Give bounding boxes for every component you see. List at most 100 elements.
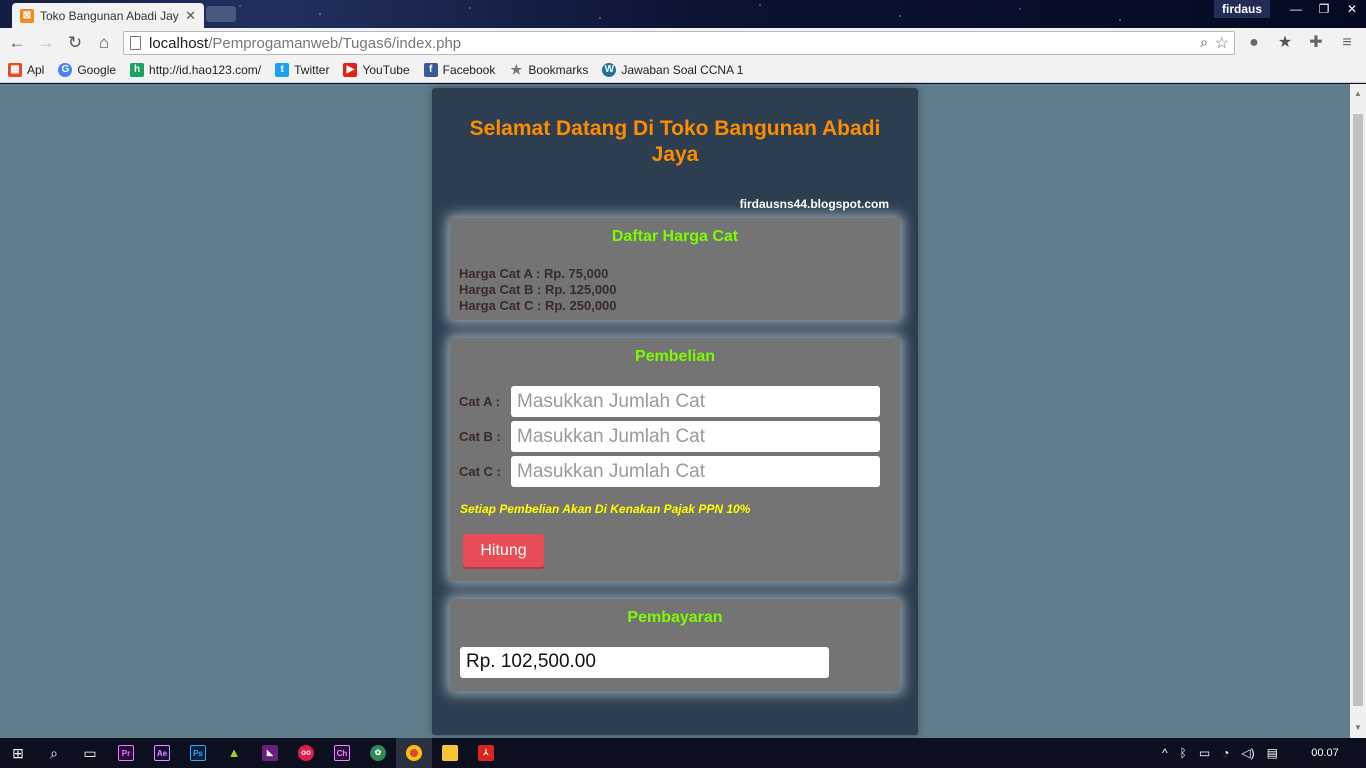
- search-icon: ⌕: [50, 744, 58, 761]
- taskbar-photoshop[interactable]: Ps: [180, 738, 216, 768]
- window-titlebar: ⊠ Toko Bangunan Abadi Jay ✕ firdaus — ❐ …: [0, 0, 1366, 28]
- close-tab-icon[interactable]: ✕: [185, 8, 196, 24]
- windows-logo-icon: ⊞: [12, 744, 24, 761]
- bookmark-apps[interactable]: ▦ Apl: [8, 63, 44, 77]
- window-controls: — ❐ ✕: [1282, 0, 1366, 18]
- taskbar-premiere[interactable]: Pr: [108, 738, 144, 768]
- url-host: localhost: [149, 35, 209, 52]
- price-line: Harga Cat B : Rp. 125,000: [459, 282, 617, 297]
- cat-a-input[interactable]: [511, 386, 880, 417]
- bookmark-youtube[interactable]: ▶ YouTube: [343, 63, 410, 77]
- zoom-icon[interactable]: ⌕: [1200, 34, 1208, 51]
- url-text[interactable]: localhost/Pemprogamanweb/Tugas6/index.ph…: [149, 35, 461, 52]
- taskbar-android-studio[interactable]: ▲: [216, 738, 252, 768]
- bookmark-label: Apl: [27, 63, 45, 77]
- reload-icon[interactable]: ↻: [64, 33, 86, 53]
- task-view-icon: ▭: [83, 744, 97, 761]
- hitung-button[interactable]: Hitung: [463, 534, 544, 567]
- extension-globe-icon[interactable]: ●: [1243, 33, 1265, 53]
- payment-total-field[interactable]: Rp. 102,500.00: [460, 647, 829, 678]
- scroll-up-icon[interactable]: ▲: [1350, 86, 1366, 102]
- bookmark-bookmarks[interactable]: ★ Bookmarks: [509, 63, 589, 78]
- apps-grid-icon: ▦: [8, 63, 22, 77]
- purchase-row-b: Cat B :: [459, 421, 880, 452]
- purchase-heading: Pembelian: [634, 348, 716, 365]
- character-animator-icon: Ch: [334, 745, 350, 761]
- taskbar-app-red[interactable]: oo: [288, 738, 324, 768]
- bookmarks-bar: ▦ Apl G Google h http://id.hao123.com/ t Twi…: [0, 58, 1366, 83]
- bookmark-label: Facebook: [442, 63, 496, 77]
- tray-chevron-icon[interactable]: ^: [1162, 746, 1168, 760]
- titlebar-background: [0, 0, 1366, 28]
- bookmark-label: YouTube: [362, 63, 410, 77]
- bookmark-ccna[interactable]: W Jawaban Soal CCNA 1: [602, 63, 743, 77]
- bookmark-hao123[interactable]: h http://id.hao123.com/: [130, 63, 261, 77]
- photoshop-icon: Ps: [190, 745, 206, 761]
- restore-icon[interactable]: ❐: [1310, 0, 1338, 18]
- bookmark-star-icon[interactable]: ☆: [1215, 33, 1229, 53]
- new-tab-button[interactable]: [206, 6, 236, 22]
- clock[interactable]: 00.07: [1290, 747, 1360, 759]
- price-line: Harga Cat A : Rp. 75,000: [459, 266, 609, 281]
- bookmark-label: Bookmarks: [528, 63, 589, 77]
- purchase-row-c: Cat C :: [459, 456, 880, 487]
- back-icon[interactable]: ←: [6, 33, 28, 53]
- chrome-icon: [406, 745, 422, 761]
- folder-icon: [442, 745, 458, 761]
- tax-note: Setiap Pembelian Akan Di Kenakan Pajak P…: [460, 502, 751, 516]
- scroll-thumb[interactable]: [1353, 114, 1363, 706]
- after-effects-icon: Ae: [154, 745, 170, 761]
- bookmark-facebook[interactable]: f Facebook: [423, 63, 496, 77]
- wifi-icon[interactable]: ◔: [1222, 746, 1229, 760]
- taskbar-character-animator[interactable]: Ch: [324, 738, 360, 768]
- volume-icon[interactable]: ◁): [1241, 746, 1254, 760]
- taskbar-aftereffects[interactable]: Ae: [144, 738, 180, 768]
- start-button[interactable]: ⊞: [0, 738, 36, 768]
- google-icon: G: [58, 63, 73, 77]
- battery-icon[interactable]: ▭: [1199, 746, 1210, 760]
- taskbar: ⊞ ⌕ ▭ Pr Ae Ps ▲ ◣ oo Ch ✿ ⅄ ^ ᛒ ▭ ◔ ◁) …: [0, 738, 1366, 768]
- minimize-icon[interactable]: —: [1282, 0, 1310, 18]
- task-view-button[interactable]: ▭: [72, 738, 108, 768]
- menu-icon[interactable]: ≡: [1336, 33, 1358, 53]
- taskbar-chrome[interactable]: [396, 738, 432, 768]
- forward-icon[interactable]: →: [35, 33, 57, 53]
- page-title: Selamat Datang Di Toko Bangunan Abadi Ja…: [469, 117, 881, 166]
- payment-heading: Pembayaran: [627, 609, 723, 626]
- taskbar-acrobat[interactable]: ⅄: [468, 738, 504, 768]
- price-list: Harga Cat A : Rp. 75,000 Harga Cat B : R…: [459, 266, 617, 314]
- notifications-icon[interactable]: ▤: [1267, 746, 1278, 760]
- address-bar[interactable]: localhost/Pemprogamanweb/Tugas6/index.ph…: [123, 31, 1235, 55]
- cat-c-label: Cat C :: [459, 464, 501, 479]
- payment-card: Pembayaran Rp. 102,500.00: [450, 599, 900, 691]
- bookmark-label: Jawaban Soal CCNA 1: [621, 63, 744, 77]
- cat-b-input[interactable]: [511, 421, 880, 452]
- scroll-down-icon[interactable]: ▼: [1350, 720, 1366, 736]
- bluetooth-icon[interactable]: ᛒ: [1180, 746, 1187, 760]
- site-link: firdausns44.blogspot.com: [739, 197, 889, 211]
- cat-a-label: Cat A :: [459, 394, 500, 409]
- search-button[interactable]: ⌕: [36, 738, 72, 768]
- price-line: Harga Cat C : Rp. 250,000: [459, 298, 617, 313]
- cat-c-input[interactable]: [511, 456, 880, 487]
- bookmark-label: Twitter: [294, 63, 330, 77]
- taskbar-file-explorer[interactable]: [432, 738, 468, 768]
- app-red-icon: oo: [298, 745, 314, 761]
- browser-tab-active[interactable]: ⊠ Toko Bangunan Abadi Jay ✕: [12, 3, 204, 28]
- facebook-icon: f: [423, 63, 438, 77]
- price-list-card: Daftar Harga Cat Harga Cat A : Rp. 75,00…: [450, 218, 900, 320]
- profile-button[interactable]: firdaus: [1214, 0, 1271, 18]
- taskbar-visual-studio[interactable]: ◣: [252, 738, 288, 768]
- extension-puzzle-icon[interactable]: ✚: [1305, 33, 1327, 53]
- price-list-heading: Daftar Harga Cat: [611, 228, 739, 245]
- home-icon[interactable]: ⌂: [93, 33, 115, 53]
- purchase-card: Pembelian Cat A : Cat B : Cat C : Setiap…: [450, 338, 900, 581]
- bookmark-google[interactable]: G Google: [58, 63, 116, 77]
- bookmark-twitter[interactable]: t Twitter: [275, 63, 329, 77]
- app-green-icon: ✿: [370, 745, 386, 761]
- vertical-scrollbar[interactable]: ▲ ▼: [1350, 84, 1366, 738]
- xampp-icon: ⊠: [20, 8, 34, 23]
- close-window-icon[interactable]: ✕: [1338, 0, 1366, 18]
- taskbar-app-green[interactable]: ✿: [360, 738, 396, 768]
- extension-star-icon[interactable]: ★: [1274, 33, 1296, 53]
